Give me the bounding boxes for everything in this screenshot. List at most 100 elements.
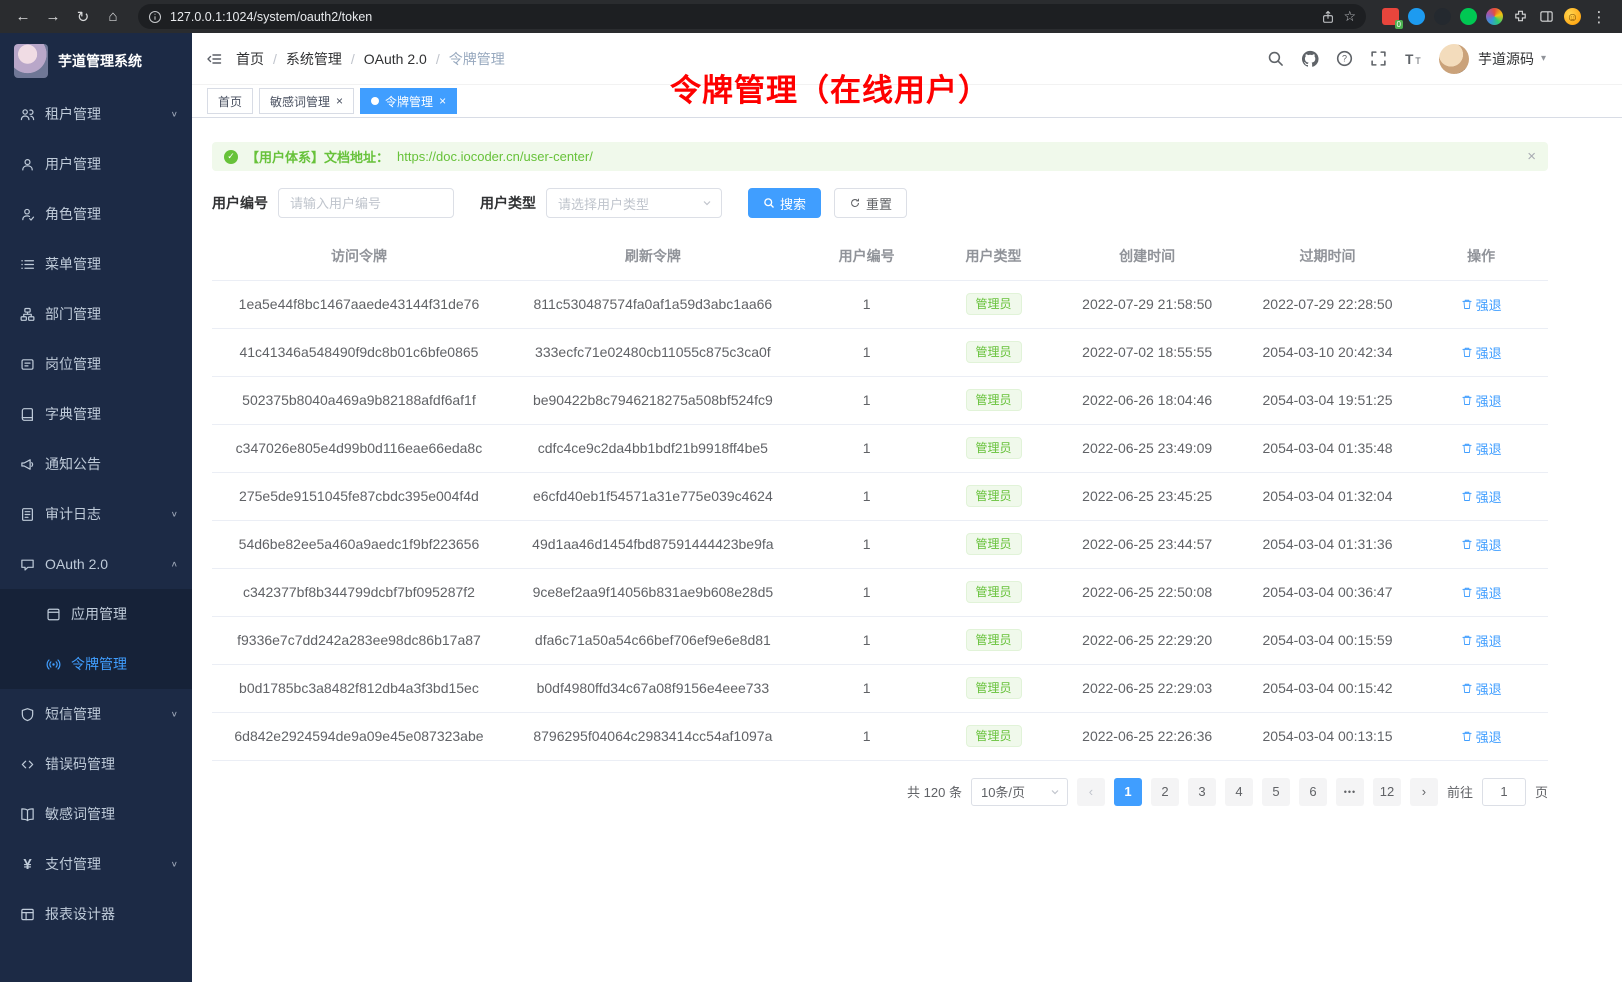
main-area: 令牌管理（在线用户） 首页 / 系统管理 / OAuth 2.0 / 令牌管理 — [192, 33, 1622, 982]
search-button[interactable]: 搜索 — [748, 188, 821, 218]
prev-page-button[interactable]: ‹ — [1077, 778, 1105, 806]
next-page-button[interactable]: › — [1410, 778, 1438, 806]
github-icon[interactable] — [1301, 50, 1319, 68]
close-icon[interactable]: × — [439, 95, 446, 107]
url-text: 127.0.0.1:1024/system/oauth2/token — [170, 10, 1313, 24]
force-logout-button[interactable]: 强退 — [1461, 391, 1502, 410]
table-row: c342377bf8b344799dcbf7bf095287f2 9ce8ef2… — [212, 568, 1548, 616]
close-icon[interactable]: × — [336, 95, 343, 107]
trash-icon — [1461, 538, 1473, 550]
fullscreen-icon[interactable] — [1370, 50, 1387, 67]
goto-suffix: 页 — [1535, 782, 1548, 801]
breadcrumb-home[interactable]: 首页 — [236, 49, 264, 69]
breadcrumb-system[interactable]: 系统管理 — [286, 49, 342, 69]
sidebar-item-tenant[interactable]: 租户管理 ∨ — [0, 89, 192, 139]
extension-red-icon[interactable]: 0 — [1382, 8, 1399, 25]
user-menu[interactable]: 芋道源码 ▾ — [1439, 44, 1546, 74]
sidebar-item-menu[interactable]: 菜单管理 — [0, 239, 192, 289]
sidebar-item-sensitive[interactable]: 敏感词管理 — [0, 789, 192, 839]
forward-icon[interactable]: → — [40, 4, 66, 30]
force-logout-button[interactable]: 强退 — [1461, 439, 1502, 458]
sidebar-item-role[interactable]: 角色管理 — [0, 189, 192, 239]
user-id-label: 用户编号 — [212, 193, 268, 213]
app-logo[interactable]: 芋道管理系统 — [0, 33, 192, 89]
page-button-6[interactable]: 6 — [1299, 778, 1327, 806]
chevron-down-icon: ∨ — [171, 110, 178, 119]
force-logout-button[interactable]: 强退 — [1461, 583, 1502, 602]
sidebar-item-user[interactable]: 用户管理 — [0, 139, 192, 189]
alert-close-icon[interactable]: × — [1527, 148, 1536, 165]
force-logout-button[interactable]: 强退 — [1461, 631, 1502, 650]
tab-home[interactable]: 首页 — [207, 88, 253, 114]
sidebar-item-oauth[interactable]: OAuth 2.0 ∧ — [0, 539, 192, 589]
sidebar-item-audit[interactable]: 审计日志 ∨ — [0, 489, 192, 539]
sidebar-item-notice[interactable]: 通知公告 — [0, 439, 192, 489]
tab-token-manage[interactable]: 令牌管理 × — [360, 88, 457, 114]
side-panel-icon[interactable] — [1538, 8, 1555, 25]
force-logout-button[interactable]: 强退 — [1461, 535, 1502, 554]
reset-button[interactable]: 重置 — [834, 188, 907, 218]
breadcrumb-oauth[interactable]: OAuth 2.0 — [364, 51, 427, 67]
site-info-icon[interactable] — [148, 10, 162, 24]
token-broadcast-icon — [46, 657, 61, 672]
extension-green-icon[interactable] — [1460, 8, 1477, 25]
profile-avatar-icon[interactable]: ☺ — [1564, 8, 1581, 25]
search-form: 用户编号 用户类型 请选择用户类型 搜索 重置 — [212, 188, 1548, 218]
tag-view-bar: 首页 敏感词管理 × 令牌管理 × — [192, 85, 1622, 118]
force-logout-button[interactable]: 强退 — [1461, 679, 1502, 698]
extensions-puzzle-icon[interactable] — [1512, 8, 1529, 25]
user-type-select[interactable]: 请选择用户类型 — [546, 188, 722, 218]
force-logout-button[interactable]: 强退 — [1461, 727, 1502, 746]
col-user-id: 用户编号 — [800, 232, 934, 280]
browser-menu-icon[interactable]: ⋮ — [1590, 4, 1608, 30]
page-button-3[interactable]: 3 — [1188, 778, 1216, 806]
user-id-input[interactable] — [278, 188, 454, 218]
extensions-cluster: 0 ☺ ⋮ — [1378, 4, 1612, 30]
extension-blue-icon[interactable] — [1408, 8, 1425, 25]
pay-yen-icon: ¥ — [20, 856, 35, 873]
force-logout-button[interactable]: 强退 — [1461, 343, 1502, 362]
sidebar-collapse-icon[interactable] — [206, 51, 222, 67]
avatar — [1439, 44, 1469, 74]
tab-sensitive-words[interactable]: 敏感词管理 × — [259, 88, 354, 114]
bookmark-star-icon[interactable]: ☆ — [1343, 8, 1356, 25]
share-icon[interactable] — [1321, 10, 1335, 24]
sidebar-item-post[interactable]: 岗位管理 — [0, 339, 192, 389]
sidebar-item-errcode[interactable]: 错误码管理 — [0, 739, 192, 789]
sidebar-item-app[interactable]: 应用管理 — [0, 589, 192, 639]
doc-link[interactable]: https://doc.iocoder.cn/user-center/ — [397, 149, 593, 164]
sidebar-item-dict[interactable]: 字典管理 — [0, 389, 192, 439]
audit-log-icon — [20, 507, 35, 522]
trash-icon — [1461, 634, 1473, 646]
col-refresh-token: 刷新令牌 — [506, 232, 800, 280]
search-icon[interactable] — [1267, 50, 1284, 67]
force-logout-button[interactable]: 强退 — [1461, 487, 1502, 506]
sidebar-item-pay[interactable]: ¥ 支付管理 ∨ — [0, 839, 192, 889]
page-button-4[interactable]: 4 — [1225, 778, 1253, 806]
reload-icon[interactable]: ↻ — [70, 4, 96, 30]
col-actions: 操作 — [1414, 232, 1548, 280]
chevron-down-icon: ∨ — [171, 510, 178, 519]
home-icon[interactable]: ⌂ — [100, 4, 126, 30]
font-size-icon[interactable]: TT — [1404, 50, 1422, 68]
extension-pinwheel-icon[interactable] — [1486, 8, 1503, 25]
sidebar-item-sms[interactable]: 短信管理 ∨ — [0, 689, 192, 739]
chevron-down-icon: ∨ — [171, 860, 178, 869]
page-button-2[interactable]: 2 — [1151, 778, 1179, 806]
extension-dark-icon[interactable] — [1434, 8, 1451, 25]
col-created: 创建时间 — [1054, 232, 1241, 280]
page-button-12[interactable]: 12 — [1373, 778, 1401, 806]
sidebar-item-token[interactable]: 令牌管理 — [0, 639, 192, 689]
goto-page-input[interactable] — [1482, 778, 1526, 806]
more-pages-button[interactable]: ••• — [1336, 778, 1364, 806]
sidebar-item-dept[interactable]: 部门管理 — [0, 289, 192, 339]
page-button-5[interactable]: 5 — [1262, 778, 1290, 806]
address-bar[interactable]: 127.0.0.1:1024/system/oauth2/token ☆ — [138, 4, 1366, 29]
col-user-type: 用户类型 — [933, 232, 1053, 280]
back-icon[interactable]: ← — [10, 4, 36, 30]
page-button-1[interactable]: 1 — [1114, 778, 1142, 806]
sidebar-item-report[interactable]: 报表设计器 — [0, 889, 192, 939]
page-size-select[interactable]: 10条/页 — [971, 778, 1068, 806]
help-icon[interactable]: ? — [1336, 50, 1353, 67]
force-logout-button[interactable]: 强退 — [1461, 295, 1502, 314]
